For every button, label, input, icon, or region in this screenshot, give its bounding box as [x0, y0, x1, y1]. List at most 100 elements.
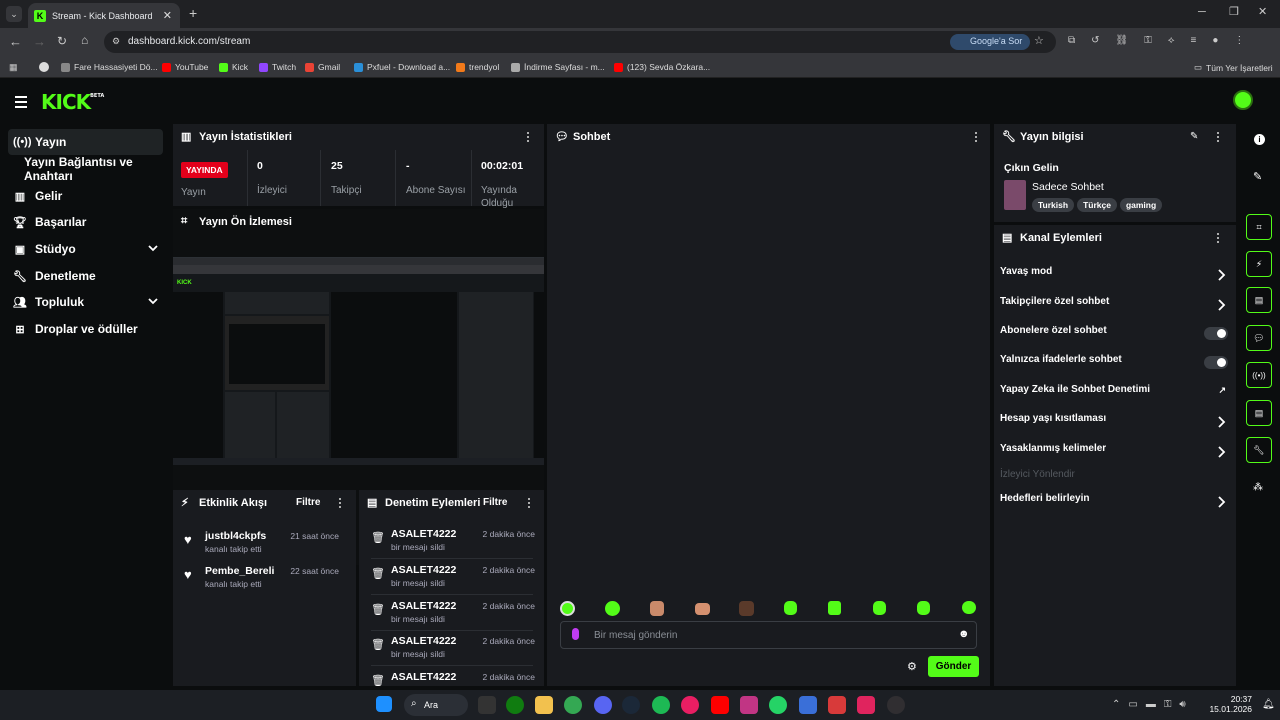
chrome-icon[interactable]	[564, 696, 582, 714]
chat-input[interactable]: Bir mesaj gönderin ☻	[560, 621, 977, 649]
emote-only-toggle[interactable]	[1204, 356, 1228, 369]
sidebar-item-stream-key[interactable]: Yayın Bağlantısı ve Anahtarı	[19, 155, 179, 183]
key-icon[interactable]: ⚿	[1144, 35, 1152, 47]
emote-icon[interactable]	[917, 601, 930, 615]
whatsapp-icon[interactable]	[769, 696, 787, 714]
activity-filter-button[interactable]: Filtre	[296, 497, 320, 508]
close-tab-icon[interactable]: ✕	[163, 9, 172, 22]
menu-icon[interactable]: ⋮	[1234, 35, 1244, 47]
rail-chat-button[interactable]: 💬︎	[1246, 325, 1272, 351]
more-options-icon[interactable]	[524, 498, 534, 510]
maximize-button[interactable]: ❐	[1229, 5, 1239, 18]
discord-icon[interactable]	[594, 696, 612, 714]
youtube-icon[interactable]	[711, 696, 729, 714]
spotify-icon[interactable]	[652, 696, 670, 714]
bookmark-item[interactable]: Fare Hassasiyeti Dö...	[61, 62, 158, 72]
more-options-icon[interactable]	[971, 132, 981, 144]
tab-list-button[interactable]: ⌄	[6, 6, 22, 22]
notification-icon[interactable]: 🔔︎	[1262, 699, 1275, 710]
tag-badge[interactable]: gaming	[1119, 198, 1163, 212]
emote-icon[interactable]	[560, 601, 575, 616]
action-account-age[interactable]: Hesap yaşı kısıtlaması	[1000, 413, 1230, 433]
steam-icon[interactable]	[622, 696, 640, 714]
reload-icon[interactable]: ↻	[57, 34, 67, 48]
hamburger-menu-icon[interactable]	[15, 96, 27, 108]
bookmark-item[interactable]: Pxfuel - Download a...	[354, 62, 450, 72]
back-icon[interactable]: ←	[9, 34, 22, 49]
sidebar-item-studyo[interactable]: ▣ Stüdyo	[8, 236, 163, 262]
bookmark-item[interactable]: YouTube	[162, 62, 208, 72]
bookmark-item[interactable]: (123) Sevda Özkara...	[614, 62, 710, 72]
google-ask-button[interactable]: Google'a Sor	[950, 34, 1031, 50]
action-set-goals[interactable]: Hedefleri belirleyin	[1000, 493, 1230, 513]
apps-grid-icon[interactable]: ▦	[9, 62, 18, 73]
system-tray[interactable]: ⌃▭▬⚿🔊︎	[1112, 699, 1194, 710]
app-icon[interactable]	[857, 696, 875, 714]
action-slow-mode[interactable]: Yavaş mod	[1000, 266, 1230, 286]
sidebar-item-topluluk[interactable]: 👥︎ Topluluk	[8, 289, 163, 315]
rail-wrench-button[interactable]: 🔧︎	[1246, 437, 1272, 463]
action-ai-moderation[interactable]: Yapay Zeka ile Sohbet Denetimi ↗	[1000, 384, 1230, 404]
bookmark-item[interactable]: trendyol	[456, 62, 499, 72]
edit-icon[interactable]: ✎	[1190, 131, 1198, 142]
clock[interactable]: 20:37 15.01.2026	[1208, 694, 1252, 714]
add-widget-icon[interactable]: ⁂	[1253, 482, 1263, 493]
music-icon[interactable]	[681, 696, 699, 714]
minimize-button[interactable]: ─	[1198, 6, 1206, 18]
kick-logo[interactable]: KICKBETA	[41, 90, 104, 114]
address-bar[interactable]: ⚙ dashboard.kick.com/stream Google'a Sor…	[104, 31, 1056, 53]
more-options-icon[interactable]	[1213, 233, 1223, 245]
site-info-icon[interactable]: ⚙	[112, 36, 120, 47]
emote-icon[interactable]	[962, 601, 976, 614]
extension-icon[interactable]: ⧉	[1068, 35, 1075, 47]
moderation-filter-button[interactable]: Filtre	[483, 497, 507, 508]
app-icon[interactable]	[828, 696, 846, 714]
bookmark-item[interactable]: Kick	[219, 62, 248, 72]
more-options-icon[interactable]	[335, 498, 345, 510]
tag-badge[interactable]: Turkish	[1032, 198, 1075, 212]
emote-icon[interactable]	[828, 601, 841, 615]
bookmark-item[interactable]: Gmail	[305, 62, 340, 72]
more-options-icon[interactable]	[523, 132, 533, 144]
reading-list-icon[interactable]: ≡	[1190, 35, 1196, 47]
rail-broadcast-button[interactable]: ((•))	[1246, 362, 1272, 388]
app-icon[interactable]	[799, 696, 817, 714]
all-bookmarks[interactable]: ▭ Tüm Yer İşaretleri	[1194, 62, 1273, 73]
user-avatar[interactable]	[1233, 90, 1253, 110]
profile-icon[interactable]: ●	[1212, 35, 1218, 47]
action-emote-only[interactable]: Yalnızca ifadelerle sohbet	[1000, 354, 1230, 374]
github-icon[interactable]	[39, 62, 49, 72]
microphone-icon[interactable]	[572, 628, 579, 640]
info-icon[interactable]: i	[1254, 134, 1265, 145]
history-icon[interactable]: ↺	[1091, 35, 1099, 47]
sidebar-item-denetleme[interactable]: 🔧︎ Denetleme	[8, 263, 163, 289]
action-banned-words[interactable]: Yasaklanmış kelimeler	[1000, 443, 1230, 463]
emote-icon[interactable]	[873, 601, 886, 615]
bookmark-item[interactable]: Twitch	[259, 62, 296, 72]
translate-icon[interactable]: ⟡	[1168, 35, 1175, 47]
emoji-icon[interactable]: ☻	[958, 628, 970, 640]
xbox-icon[interactable]	[506, 696, 524, 714]
rail-document-button[interactable]: ▤	[1246, 287, 1272, 313]
rail-channel-actions-button[interactable]: ▤	[1246, 400, 1272, 426]
new-tab-button[interactable]: +	[189, 5, 197, 21]
emote-icon[interactable]	[650, 601, 664, 616]
epic-games-icon[interactable]	[478, 696, 496, 714]
rail-activity-button[interactable]: ⚡︎	[1246, 251, 1272, 277]
emote-icon[interactable]	[695, 603, 710, 615]
instagram-icon[interactable]	[740, 696, 758, 714]
stream-preview-video[interactable]: KICK	[173, 257, 544, 465]
bookmark-star-icon[interactable]: ☆	[1034, 34, 1044, 47]
start-button[interactable]	[376, 696, 392, 712]
action-followers-only[interactable]: Takipçilere özel sohbet	[1000, 296, 1230, 316]
pencil-icon[interactable]: ✎	[1253, 170, 1262, 183]
file-explorer-icon[interactable]	[535, 696, 553, 714]
sidebar-item-gelir[interactable]: ▥ Gelir	[8, 183, 163, 209]
subscribers-only-toggle[interactable]	[1204, 327, 1228, 340]
close-window-button[interactable]: ✕	[1258, 5, 1267, 18]
sidebar-item-basarilar[interactable]: 🏆︎ Başarılar	[8, 209, 163, 235]
link-icon[interactable]: ⛓	[1116, 35, 1129, 47]
forward-icon[interactable]: →	[33, 34, 46, 49]
emote-icon[interactable]	[605, 601, 620, 616]
send-button[interactable]: Gönder	[928, 656, 979, 677]
